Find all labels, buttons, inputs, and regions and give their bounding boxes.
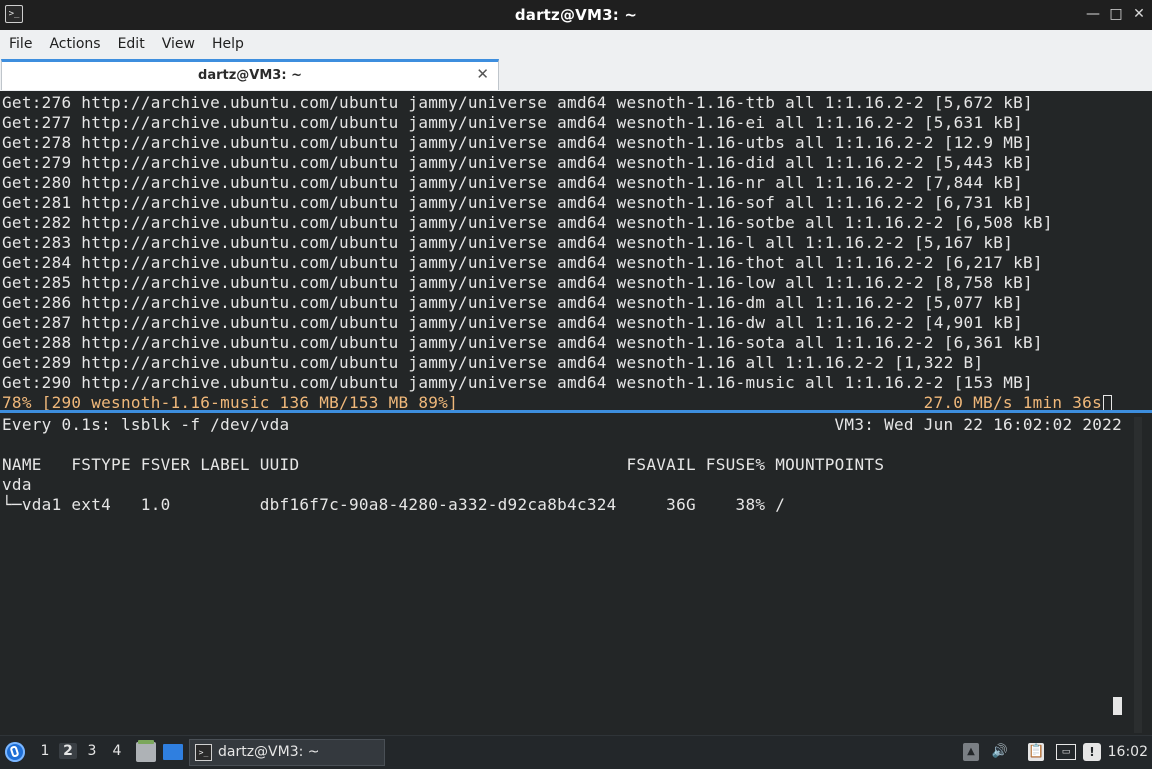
- window-title: dartz@VM3: ~: [514, 6, 638, 24]
- tray-expand-icon[interactable]: ▲: [963, 743, 979, 761]
- file-manager-icon[interactable]: [136, 740, 156, 762]
- menu-edit[interactable]: Edit: [109, 31, 153, 57]
- workspace-3[interactable]: 3: [83, 743, 101, 759]
- terminal-line: Get:280 http://archive.ubuntu.com/ubuntu…: [2, 173, 1024, 192]
- show-desktop-icon[interactable]: [163, 744, 183, 760]
- terminal-line: Get:287 http://archive.ubuntu.com/ubuntu…: [2, 313, 1024, 332]
- menu-view[interactable]: View: [153, 31, 203, 57]
- terminal-line: Get:286 http://archive.ubuntu.com/ubuntu…: [2, 293, 1024, 312]
- menu-actions[interactable]: Actions: [40, 31, 108, 57]
- menu-bar: File Actions Edit View Help: [0, 30, 1152, 58]
- terminal-line: Get:279 http://archive.ubuntu.com/ubuntu…: [2, 153, 1033, 172]
- terminal-line: Get:278 http://archive.ubuntu.com/ubuntu…: [2, 133, 1033, 152]
- taskbar: 1 2 3 4 >_ dartz@VM3: ~ ▲ 🔊 📋 ▭ ! 16:02: [0, 735, 1152, 769]
- menu-help[interactable]: Help: [203, 31, 252, 57]
- cursor-icon: [1103, 395, 1112, 410]
- terminal-line: Get:284 http://archive.ubuntu.com/ubuntu…: [2, 253, 1043, 272]
- text-cursor-icon: [1113, 697, 1122, 715]
- download-speed-eta: 27.0 MB/s 1min 36s: [924, 393, 1112, 410]
- tab-terminal[interactable]: dartz@VM3: ~ ✕: [1, 59, 499, 90]
- terminal-pane-bottom[interactable]: Every 0.1s: lsblk -f /dev/vda VM3: Wed J…: [0, 413, 1152, 735]
- start-menu-icon[interactable]: [5, 742, 25, 762]
- terminal-line: Get:282 http://archive.ubuntu.com/ubuntu…: [2, 213, 1053, 232]
- task-label: dartz@VM3: ~: [218, 744, 320, 760]
- lsblk-row: └─vda1 ext4 1.0 dbf16f7c-90a8-4280-a332-…: [2, 495, 786, 514]
- lsblk-row: vda: [2, 475, 32, 494]
- terminal-icon: >_: [195, 744, 212, 761]
- terminal-line: Get:281 http://archive.ubuntu.com/ubuntu…: [2, 193, 1033, 212]
- minimize-icon[interactable]: —: [1083, 4, 1103, 24]
- terminal-line: Get:276 http://archive.ubuntu.com/ubuntu…: [2, 93, 1033, 112]
- download-progress: 78% [290 wesnoth-1.16-music 136 MB/153 M…: [2, 393, 458, 410]
- scrollbar-thumb[interactable]: [1134, 417, 1142, 733]
- lsblk-header: NAME FSTYPE FSVER LABEL UUID FSAVAIL FSU…: [2, 455, 885, 474]
- window-titlebar[interactable]: >_ dartz@VM3: ~ — □ ✕: [0, 0, 1152, 31]
- workspace-1[interactable]: 1: [36, 743, 54, 759]
- terminal-line: Get:277 http://archive.ubuntu.com/ubuntu…: [2, 113, 1024, 132]
- tab-close-icon[interactable]: ✕: [476, 65, 489, 83]
- network-icon[interactable]: ▭: [1056, 744, 1076, 760]
- clipboard-icon[interactable]: 📋: [1028, 743, 1044, 761]
- terminal-pane-top[interactable]: Get:276 http://archive.ubuntu.com/ubuntu…: [0, 91, 1152, 410]
- tab-bar: dartz@VM3: ~ ✕: [0, 58, 1152, 91]
- terminal-line: Get:288 http://archive.ubuntu.com/ubuntu…: [2, 333, 1043, 352]
- notification-icon[interactable]: !: [1083, 743, 1101, 761]
- close-icon[interactable]: ✕: [1129, 4, 1149, 24]
- workspace-2[interactable]: 2: [59, 743, 77, 759]
- watch-host-time: VM3: Wed Jun 22 16:02:02 2022: [834, 415, 1122, 434]
- menu-file[interactable]: File: [0, 31, 40, 57]
- maximize-icon[interactable]: □: [1106, 4, 1126, 24]
- watch-command: Every 0.1s: lsblk -f /dev/vda: [2, 415, 290, 434]
- terminal-line: Get:285 http://archive.ubuntu.com/ubuntu…: [2, 273, 1033, 292]
- download-speed-text: 27.0 MB/s 1min 36s: [923, 393, 1102, 410]
- clock[interactable]: 16:02: [1108, 744, 1148, 760]
- volume-icon[interactable]: 🔊: [991, 743, 1009, 761]
- scrollbar[interactable]: [1134, 417, 1142, 733]
- workspace-4[interactable]: 4: [108, 743, 126, 759]
- tab-label: dartz@VM3: ~: [198, 68, 302, 83]
- terminal-line: Get:289 http://archive.ubuntu.com/ubuntu…: [2, 353, 984, 372]
- terminal-line: Get:290 http://archive.ubuntu.com/ubuntu…: [2, 373, 1033, 392]
- terminal-line: Get:283 http://archive.ubuntu.com/ubuntu…: [2, 233, 1014, 252]
- task-terminal-button[interactable]: >_ dartz@VM3: ~: [189, 739, 385, 766]
